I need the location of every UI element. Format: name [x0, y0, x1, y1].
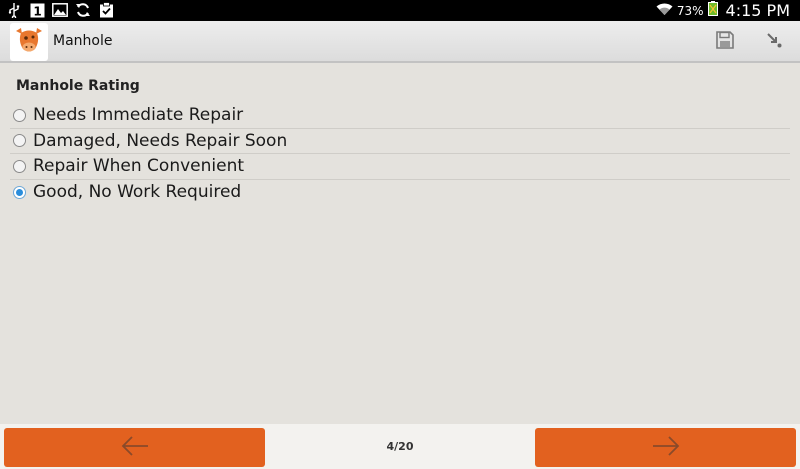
save-button[interactable]	[711, 28, 739, 56]
option-label: Damaged, Needs Repair Soon	[33, 130, 288, 151]
previous-button[interactable]	[4, 428, 265, 467]
radio-button[interactable]	[13, 134, 26, 148]
battery-icon	[707, 1, 718, 20]
option-repair-when-convenient[interactable]: Repair When Convenient	[10, 154, 790, 180]
wifi-icon	[656, 1, 673, 20]
radio-button[interactable]	[13, 159, 26, 173]
clipboard-check-icon	[98, 2, 114, 18]
option-label: Needs Immediate Repair	[33, 105, 244, 126]
option-needs-immediate-repair[interactable]: Needs Immediate Repair	[10, 103, 790, 129]
status-notifications: 1	[6, 2, 114, 18]
battery-percent: 73%	[676, 3, 704, 18]
calendar-day: 1	[33, 4, 41, 18]
next-button[interactable]	[535, 428, 796, 467]
status-system: 73% 4:15 PM	[656, 0, 790, 21]
save-icon	[715, 30, 735, 54]
option-good-no-work-required[interactable]: Good, No Work Required	[10, 180, 790, 206]
radio-dot	[16, 188, 23, 196]
option-label: Good, No Work Required	[33, 182, 242, 203]
image-icon	[52, 2, 68, 18]
go-to-icon	[765, 31, 783, 53]
radio-button[interactable]	[13, 108, 26, 122]
arrow-left-icon	[120, 435, 150, 461]
option-damaged-needs-repair-soon[interactable]: Damaged, Needs Repair Soon	[10, 129, 790, 154]
rating-options: Needs Immediate Repair Damaged, Needs Re…	[10, 103, 790, 205]
arrow-right-icon	[651, 435, 681, 461]
action-bar: Manhole	[0, 21, 800, 63]
radio-button-selected[interactable]	[13, 185, 26, 199]
app-title: Manhole	[53, 33, 113, 49]
status-bar: 1 73% 4:15 PM	[0, 0, 800, 21]
option-label: Repair When Convenient	[33, 156, 245, 177]
question-title: Manhole Rating	[16, 78, 140, 94]
bottom-navigation: 4/20	[0, 424, 800, 469]
page-indicator: 4/20	[386, 440, 414, 453]
clock: 4:15 PM	[725, 1, 790, 20]
usb-icon	[6, 2, 22, 18]
sync-icon	[75, 2, 91, 18]
go-to-button[interactable]	[760, 28, 788, 56]
calendar-icon: 1	[29, 2, 45, 18]
app-logo[interactable]	[10, 23, 48, 61]
cow-logo-icon	[13, 25, 45, 59]
